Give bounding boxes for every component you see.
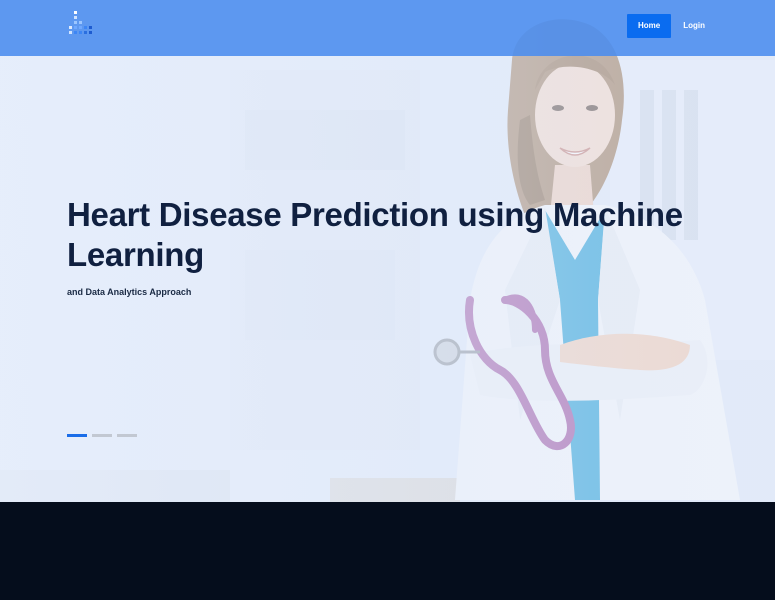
slide-indicator-1[interactable] (67, 434, 87, 437)
slide-indicator-2[interactable] (92, 434, 112, 437)
slide-indicator-3[interactable] (117, 434, 137, 437)
dark-section (0, 502, 775, 600)
top-navbar: Home Login (0, 0, 775, 56)
main-nav: Home Login (626, 14, 705, 38)
pixel-plus-logo-icon[interactable] (66, 9, 98, 41)
nav-login-link[interactable]: Login (683, 14, 705, 38)
hero-subtitle: and Data Analytics Approach (67, 287, 192, 297)
nav-home-button[interactable]: Home (626, 14, 672, 38)
landing-page: Heart Disease Prediction using Machine L… (0, 0, 775, 600)
slider-indicators (67, 434, 142, 437)
hero-title: Heart Disease Prediction using Machine L… (67, 196, 683, 273)
hero-banner: Heart Disease Prediction using Machine L… (0, 0, 775, 502)
